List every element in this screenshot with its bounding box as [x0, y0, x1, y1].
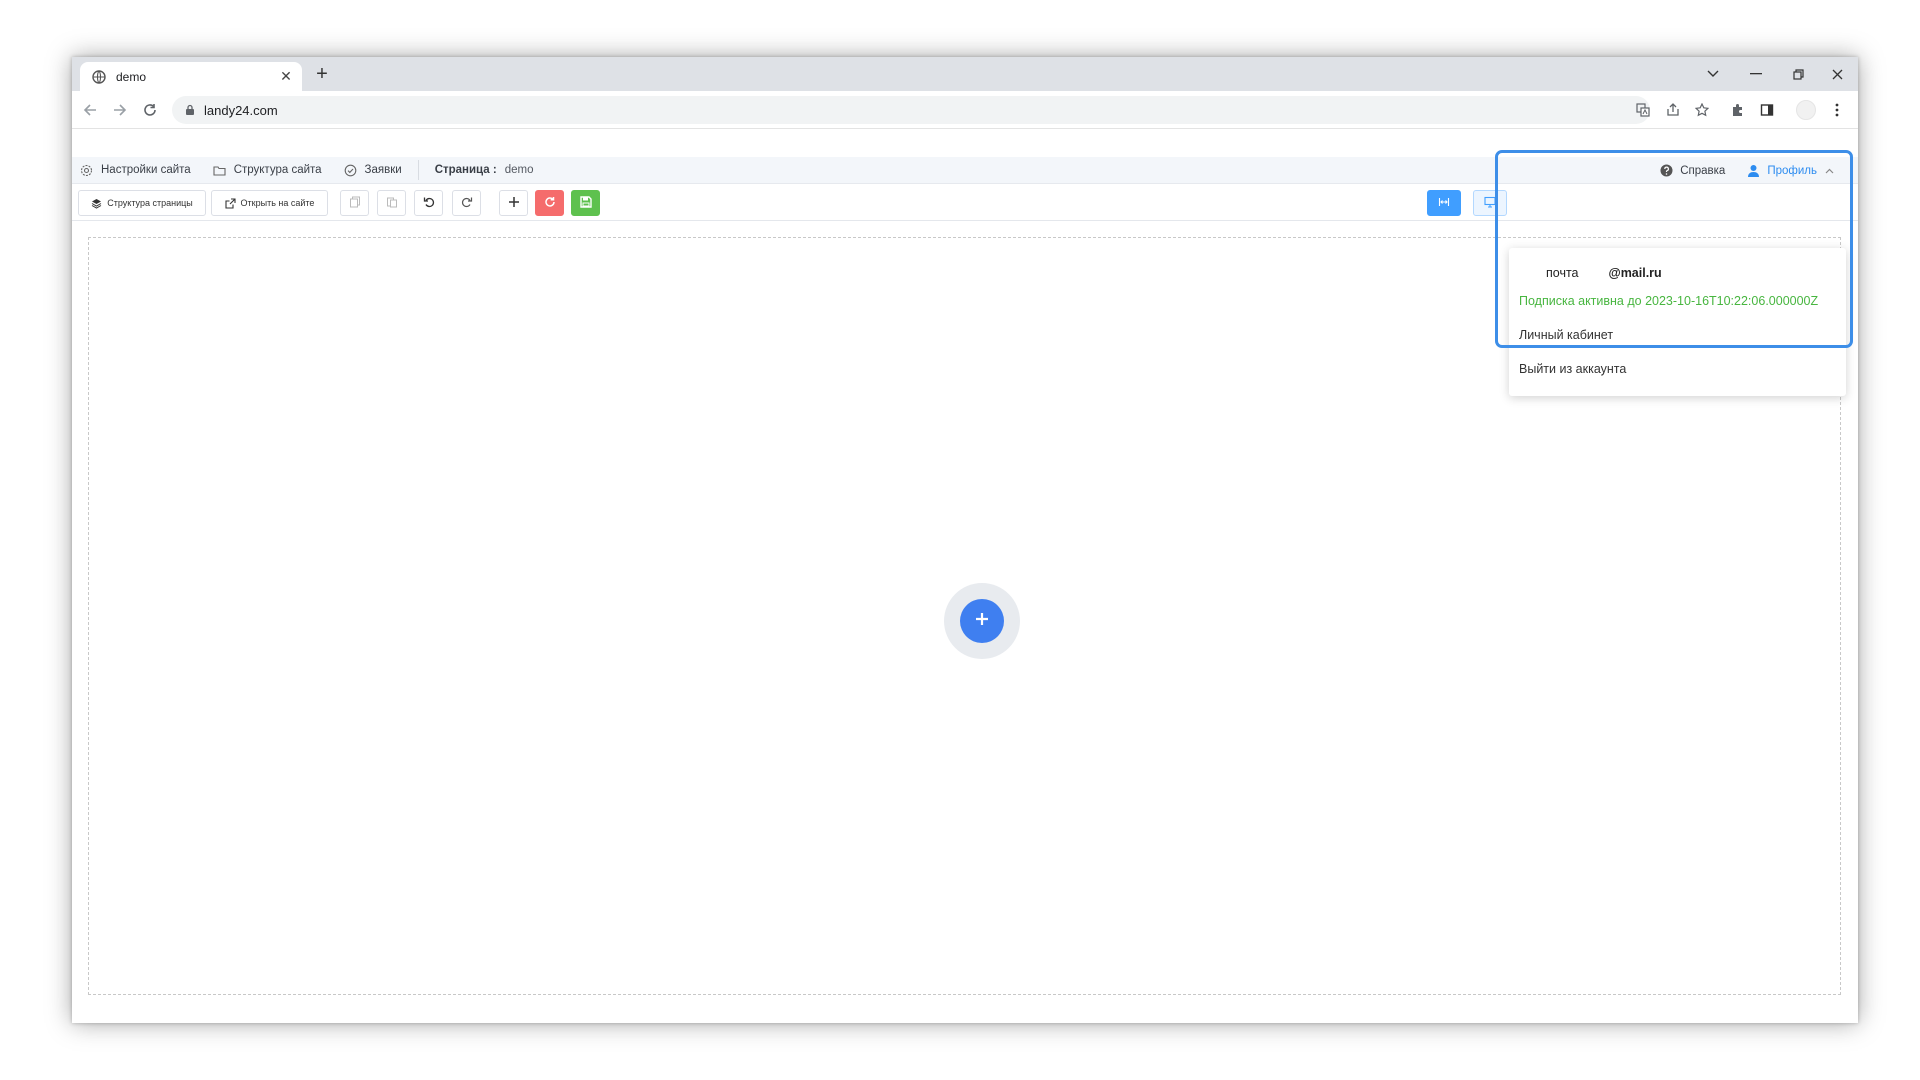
redo-button[interactable] [452, 190, 481, 216]
desktop-view-button[interactable] [1473, 190, 1507, 216]
add-button[interactable] [499, 190, 528, 216]
extensions-icon[interactable] [1727, 99, 1749, 121]
layers-icon [91, 198, 102, 209]
tab-strip: demo ✕ + [72, 57, 1858, 91]
help-link[interactable]: Справка [1660, 164, 1725, 177]
plus-icon [974, 611, 990, 632]
close-window-button[interactable] [1816, 57, 1858, 91]
check-circle-icon [344, 164, 357, 177]
chevron-up-icon [1825, 168, 1834, 174]
browser-window: demo ✕ + landy24.com Настройки сайта Стр… [72, 57, 1858, 1023]
globe-icon [92, 69, 106, 84]
address-bar[interactable]: landy24.com [172, 96, 1650, 124]
page-structure-label: Структура страницы [107, 198, 193, 208]
help-label: Справка [1680, 164, 1726, 177]
new-tab-button[interactable]: + [310, 63, 334, 87]
refresh-icon [544, 196, 556, 210]
profile-label: Профиль [1767, 164, 1817, 177]
profile-menu-toggle[interactable]: Профиль [1747, 164, 1834, 177]
open-on-site-label: Открыть на сайте [240, 198, 315, 208]
editor-toolbar: Структура страницы Открыть на сайте [72, 185, 1858, 221]
back-arrow-icon[interactable] [78, 98, 102, 122]
forward-arrow-icon[interactable] [108, 98, 132, 122]
top-navigation: Настройки сайта Структура сайта Заявки С… [72, 157, 1858, 184]
logout-link[interactable]: Выйти из аккаунта [1509, 352, 1846, 386]
tab-title: demo [116, 69, 147, 84]
nav-site-settings-label: Настройки сайта [101, 164, 191, 176]
menu-dots-icon[interactable] [1826, 99, 1848, 121]
star-icon[interactable] [1691, 99, 1713, 121]
page-label: Страница : [434, 164, 497, 176]
account-email: почта @mail.ru [1509, 262, 1846, 284]
copy-button[interactable] [340, 190, 369, 216]
fit-width-icon [1438, 196, 1450, 210]
translate-icon[interactable] [1632, 99, 1654, 121]
nav-requests[interactable]: Заявки [344, 164, 402, 177]
reload-icon[interactable] [138, 98, 162, 122]
plus-icon [508, 196, 520, 210]
add-block-ring [944, 583, 1020, 659]
subscription-status: Подписка активна до 2023-10-16T10:22:06.… [1519, 294, 1819, 308]
refresh-button[interactable] [535, 190, 564, 216]
undo-icon [423, 196, 435, 210]
share-icon[interactable] [1662, 99, 1684, 121]
profile-dropdown: почта @mail.ru Подписка активна до 2023-… [1509, 248, 1846, 396]
screenshot-stage: demo ✕ + landy24.com Настройки сайта Стр… [0, 0, 1920, 1080]
browser-tab[interactable]: demo ✕ [80, 62, 302, 91]
nav-requests-label: Заявки [364, 164, 402, 176]
email-domain: @mail.ru [1608, 266, 1662, 280]
copy-icon [349, 196, 361, 210]
nav-site-structure[interactable]: Структура сайта [213, 164, 322, 177]
paste-button[interactable] [377, 190, 406, 216]
personal-cabinet-link[interactable]: Личный кабинет [1509, 318, 1846, 352]
desktop-icon [1484, 196, 1496, 210]
lock-icon [184, 104, 196, 116]
tab-search-icon[interactable] [1692, 57, 1734, 91]
page-structure-button[interactable]: Структура страницы [78, 190, 206, 216]
save-icon [579, 196, 592, 210]
add-block-button[interactable] [960, 599, 1004, 643]
nav-right-group: Справка Профиль [1660, 157, 1834, 184]
url-text: landy24.com [204, 102, 278, 118]
avatar[interactable] [1796, 100, 1816, 120]
user-icon [1747, 164, 1760, 177]
fit-width-button[interactable] [1427, 190, 1461, 216]
nav-site-structure-label: Структура сайта [233, 164, 322, 176]
email-user: почта [1546, 266, 1579, 280]
page-name: demo [504, 164, 534, 176]
external-link-icon [224, 197, 236, 209]
close-icon[interactable]: ✕ [278, 68, 294, 85]
nav-site-settings[interactable]: Настройки сайта [80, 164, 191, 177]
undo-button[interactable] [414, 190, 443, 216]
minimize-button[interactable] [1735, 57, 1777, 91]
save-button[interactable] [571, 190, 600, 216]
gear-icon [80, 164, 93, 177]
nav-divider [417, 160, 419, 180]
browser-toolbar: landy24.com [72, 91, 1858, 129]
open-on-site-button[interactable]: Открыть на сайте [211, 190, 328, 216]
redo-icon [461, 196, 473, 210]
help-icon [1660, 164, 1673, 177]
side-panel-icon[interactable] [1756, 99, 1778, 121]
folder-icon [213, 164, 226, 177]
paste-icon [386, 196, 398, 210]
restore-button[interactable] [1777, 57, 1819, 91]
